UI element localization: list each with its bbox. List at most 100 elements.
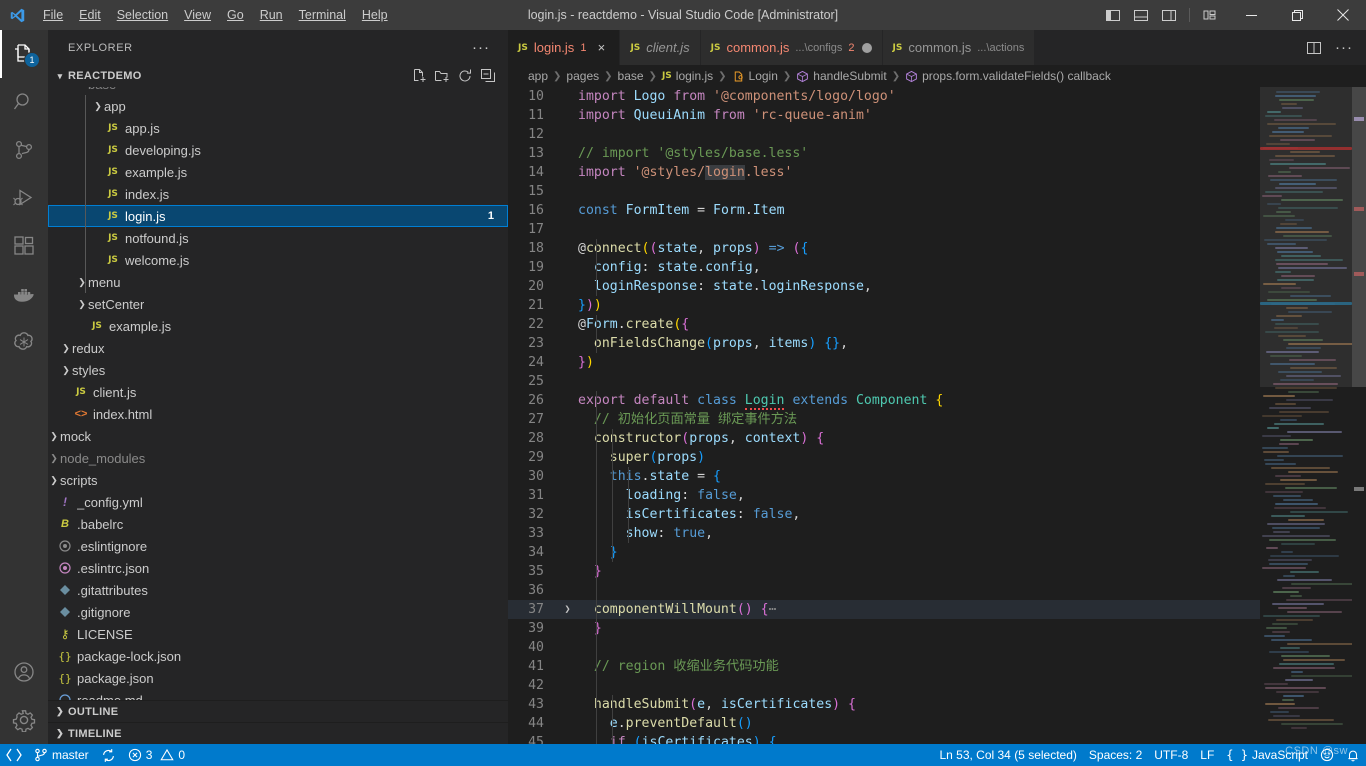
tree-file-row[interactable]: JS client.js — [48, 381, 508, 403]
code-line[interactable]: 11 import QueuiAnim from 'rc-queue-anim' — [508, 106, 1260, 125]
tree-folder-row[interactable]: ❯ styles — [48, 359, 508, 381]
tree-file-row[interactable]: {} package.json — [48, 667, 508, 689]
status-remote[interactable] — [0, 744, 28, 766]
code-line[interactable]: 27 // 初始化页面常量 绑定事件方法 — [508, 410, 1260, 429]
breadcrumb-item[interactable]: props.form.validateFields() callback — [905, 69, 1111, 83]
code-line[interactable]: 20 loginResponse: state.loginResponse, — [508, 277, 1260, 296]
tree-folder-row[interactable]: ❯ node_modules — [48, 447, 508, 469]
chevron-down-icon[interactable]: ▾ — [52, 71, 68, 82]
toggle-panel-icon[interactable] — [1129, 4, 1153, 26]
editor-tabs[interactable]: JS login.js 1 × JS client.js JS common.js ...\co… — [508, 30, 1036, 65]
breadcrumb-item[interactable]: handleSubmit — [796, 69, 887, 83]
code-line[interactable]: 29 super(props) — [508, 448, 1260, 467]
menu-selection[interactable]: Selection — [109, 0, 176, 30]
new-file-icon[interactable] — [409, 66, 429, 86]
activitybar-item-docker[interactable] — [0, 270, 48, 318]
code-line[interactable]: 12 — [508, 125, 1260, 144]
tree-file-row[interactable]: JS developing.js — [48, 139, 508, 161]
status-sync[interactable] — [95, 744, 122, 766]
tree-file-row[interactable]: .eslintignore — [48, 535, 508, 557]
tree-folder-row[interactable]: ❯ setCenter — [48, 293, 508, 315]
editor-tab[interactable]: JS client.js — [620, 30, 701, 65]
code-line[interactable]: 15 — [508, 182, 1260, 201]
activitybar-item-source-control[interactable] — [0, 126, 48, 174]
code-line[interactable]: 39 } — [508, 619, 1260, 638]
code-line[interactable]: 40 — [508, 638, 1260, 657]
tree-file-row[interactable]: JS welcome.js — [48, 249, 508, 271]
chevron-down-icon[interactable]: ▾ — [76, 87, 88, 90]
breadcrumb[interactable]: app ❯ pages ❯ base ❯ JS login.js ❯ Login ❯ handleSu… — [508, 65, 1366, 87]
tree-file-row[interactable]: ! _config.yml — [48, 491, 508, 513]
window-close-button[interactable] — [1320, 0, 1366, 30]
code-line[interactable]: 43 handleSubmit(e, isCertificates) { — [508, 695, 1260, 714]
editor-tab[interactable]: JS login.js 1 × — [508, 30, 621, 65]
timeline-section-header[interactable]: ❯ TIMELINE — [48, 722, 508, 744]
status-language-mode[interactable]: { } JavaScript — [1220, 744, 1314, 766]
chevron-right-icon[interactable]: ❯ — [76, 299, 88, 310]
code-line[interactable]: 28 constructor(props, context) { — [508, 429, 1260, 448]
breadcrumb-item[interactable]: base — [618, 69, 644, 83]
code-line[interactable]: 35 } — [508, 562, 1260, 581]
tree-file-row[interactable]: B .babelrc — [48, 513, 508, 535]
code-line[interactable]: 26 export default class Login extends Com… — [508, 391, 1260, 410]
menu-terminal[interactable]: Terminal — [291, 0, 354, 30]
menu-run[interactable]: Run — [252, 0, 291, 30]
overview-ruler[interactable] — [1352, 87, 1366, 744]
toggle-secondary-sidebar-icon[interactable] — [1157, 4, 1181, 26]
refresh-icon[interactable] — [455, 66, 475, 86]
minimap[interactable] — [1260, 87, 1352, 744]
code-line[interactable]: 42 — [508, 676, 1260, 695]
window-minimize-button[interactable] — [1228, 0, 1274, 30]
menu-file[interactable]: File — [35, 0, 71, 30]
breadcrumb-item[interactable]: app — [528, 69, 548, 83]
code-line[interactable]: 14 import '@styles/login.less' — [508, 163, 1260, 182]
menu-view[interactable]: View — [176, 0, 219, 30]
fold-expand-icon[interactable]: ❯ — [560, 600, 575, 619]
menu-help[interactable]: Help — [354, 0, 396, 30]
code-editor[interactable]: 10 import Logo from '@components/logo/log… — [508, 87, 1260, 744]
code-line[interactable]: 37 ❯ componentWillMount() {⋯ — [508, 600, 1260, 619]
status-cursor-position[interactable]: Ln 53, Col 34 (5 selected) — [933, 744, 1082, 766]
code-line[interactable]: 31 loading: false, — [508, 486, 1260, 505]
status-problems[interactable]: 3 0 — [122, 744, 191, 766]
status-notifications[interactable] — [1340, 744, 1366, 766]
activitybar-item-search[interactable] — [0, 78, 48, 126]
editor-tab-dirty-indicator[interactable] — [861, 42, 872, 53]
breadcrumb-item[interactable]: JS login.js — [662, 69, 713, 83]
breadcrumb-item[interactable]: pages — [566, 69, 599, 83]
activitybar-item-accounts[interactable] — [0, 648, 48, 696]
activitybar-item-run-and-debug[interactable] — [0, 174, 48, 222]
status-encoding[interactable]: UTF-8 — [1148, 744, 1194, 766]
explorer-root-header[interactable]: ▾ REACTDEMO — [48, 65, 508, 87]
code-line[interactable]: 13 // import '@styles/base.less' — [508, 144, 1260, 163]
code-line[interactable]: 21})) — [508, 296, 1260, 315]
customize-layout-icon[interactable] — [1198, 4, 1222, 26]
tree-folder-row[interactable]: ❯ redux — [48, 337, 508, 359]
menu-bar[interactable]: File Edit Selection View Go Run Terminal… — [35, 0, 396, 30]
code-line[interactable]: 22 @Form.create({ — [508, 315, 1260, 334]
status-eol[interactable]: LF — [1194, 744, 1220, 766]
code-line[interactable]: 18 @connect((state, props) => ({ — [508, 239, 1260, 258]
chevron-right-icon[interactable]: ❯ — [92, 101, 104, 112]
tree-folder-row[interactable]: ❯ mock — [48, 425, 508, 447]
tree-file-row[interactable]: JS index.js — [48, 183, 508, 205]
close-icon[interactable]: × — [593, 40, 609, 56]
activitybar-item-chatgpt[interactable] — [0, 318, 48, 366]
chevron-right-icon[interactable]: ❯ — [48, 453, 60, 464]
tree-file-row[interactable]: ⚷ LICENSE — [48, 623, 508, 645]
tree-folder-row[interactable]: ❯ app — [48, 95, 508, 117]
tree-file-row[interactable]: <> index.html — [48, 403, 508, 425]
chevron-right-icon[interactable]: ❯ — [60, 343, 72, 354]
code-line[interactable]: 45 if (isCertificates) { — [508, 733, 1260, 744]
code-line[interactable]: 33 show: true, — [508, 524, 1260, 543]
status-indentation[interactable]: Spaces: 2 — [1083, 744, 1148, 766]
tree-file-row[interactable]: JS example.js — [48, 161, 508, 183]
menu-edit[interactable]: Edit — [71, 0, 109, 30]
tree-file-row[interactable]: .gitattributes — [48, 579, 508, 601]
code-line[interactable]: 44 e.preventDefault() — [508, 714, 1260, 733]
editor-tab[interactable]: JS common.js ...\configs 2 — [700, 30, 883, 65]
collapse-all-icon[interactable] — [478, 66, 498, 86]
editor-tab[interactable]: JS common.js ...\actions — [882, 30, 1036, 65]
code-line[interactable]: 23 onFieldsChange(props, items) {}, — [508, 334, 1260, 353]
status-branch[interactable]: master — [28, 744, 95, 766]
